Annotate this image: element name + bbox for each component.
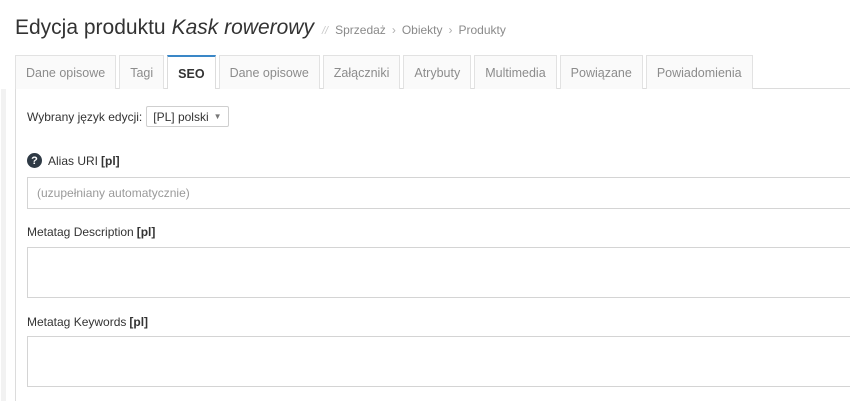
meta-keywords-label-text: Metatag Keywords: [27, 315, 127, 329]
tab-seo[interactable]: SEO: [167, 55, 216, 90]
tab-attachments[interactable]: Załączniki: [322, 55, 401, 89]
breadcrumb-item-objects[interactable]: Obiekty: [402, 23, 443, 37]
tab-attributes[interactable]: Atrybuty: [403, 55, 472, 89]
breadcrumb: Sprzedaż › Obiekty › Produkty: [335, 23, 506, 37]
seo-panel: Wybrany język edycji: [PL] polski ▼ ? Al…: [1, 89, 850, 401]
alias-uri-label: ? Alias URI [pl]: [27, 153, 120, 168]
meta-description-label: Metatag Description [pl]: [27, 225, 155, 239]
title-separator: //: [321, 25, 329, 37]
language-row: Wybrany język edycji: [PL] polski ▼: [27, 106, 229, 127]
question-circle-icon[interactable]: ?: [27, 153, 42, 168]
tab-tags[interactable]: Tagi: [119, 55, 165, 89]
page-header: Edycja produktu Kask rowerowy // Sprzedaż…: [15, 16, 506, 46]
meta-description-lang-tag: [pl]: [136, 225, 156, 239]
caret-down-icon: ▼: [213, 112, 222, 121]
alias-uri-label-text: Alias URI: [48, 153, 99, 168]
chevron-right-icon: ›: [391, 23, 396, 37]
page-title-prefix: Edycja produktu: [15, 16, 166, 39]
alias-uri-lang-tag: [pl]: [101, 153, 120, 168]
tab-related[interactable]: Powiązane: [559, 55, 643, 89]
alias-uri-input[interactable]: [27, 177, 850, 209]
meta-keywords-label: Metatag Keywords [pl]: [27, 315, 148, 329]
tab-bar: Dane opisowe Tagi SEO Dane opisowe Załąc…: [15, 55, 850, 90]
language-label: Wybrany język edycji:: [27, 109, 143, 124]
meta-description-label-text: Metatag Description: [27, 225, 134, 239]
breadcrumb-item-sales[interactable]: Sprzedaż: [335, 23, 386, 37]
tab-multimedia[interactable]: Multimedia: [474, 55, 557, 89]
meta-keywords-lang-tag: [pl]: [129, 315, 149, 329]
product-name: Kask rowerowy: [171, 16, 314, 39]
language-select-value: [PL] polski: [153, 109, 209, 124]
meta-description-textarea[interactable]: [27, 247, 850, 298]
chevron-right-icon: ›: [448, 23, 453, 37]
page-title: Edycja produktu Kask rowerowy: [15, 16, 314, 40]
meta-keywords-textarea[interactable]: [27, 336, 850, 387]
tab-descriptive-data-2[interactable]: Dane opisowe: [218, 55, 320, 89]
tab-notifications[interactable]: Powiadomienia: [645, 55, 753, 89]
tab-descriptive-data[interactable]: Dane opisowe: [15, 55, 117, 89]
breadcrumb-item-products[interactable]: Produkty: [459, 23, 506, 37]
language-select[interactable]: [PL] polski ▼: [146, 106, 229, 127]
